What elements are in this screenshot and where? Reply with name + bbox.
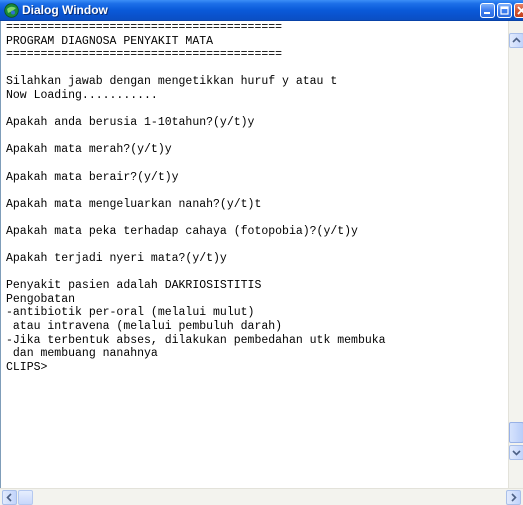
clips-app-icon [4,3,19,18]
title-bar[interactable]: Dialog Window [0,0,523,21]
console-line: Apakah mata peka terhadap cahaya (fotopo… [6,224,358,238]
console-line: atau intravena (melalui pembuluh darah) [6,320,283,334]
close-icon [517,6,523,15]
arrow-up-icon [512,37,521,43]
minimize-icon [484,12,490,14]
console-line: Apakah anda berusia 1-10tahun?(y/t)y [6,116,255,130]
horizontal-scrollbar[interactable] [0,488,523,505]
window-title: Dialog Window [22,3,108,17]
console-line: Apakah terjadi nyeri mata?(y/t)y [6,252,227,266]
console-line: dan membuang nanahnya [6,347,158,361]
vertical-scroll-thumb[interactable] [509,422,523,443]
console-line: Penyakit pasien adalah DAKRIOSISTITIS [6,279,262,293]
console-line: Silahkan jawab dengan mengetikkan huruf … [6,75,338,89]
scroll-up-button[interactable] [509,33,523,48]
arrow-right-icon [511,493,517,502]
console-line: CLIPS> [6,360,48,374]
console-text: ========================================… [1,21,508,374]
vertical-scrollbar[interactable] [508,21,523,488]
console-line: ======================================== [6,48,283,62]
minimize-button[interactable] [480,3,495,18]
console-line: Apakah mata berair?(y/t)y [6,170,179,184]
console-line: Apakah mata mengeluarkan nanah?(y/t)t [6,197,262,211]
console-output[interactable]: ========================================… [0,21,508,488]
console-line: PROGRAM DIAGNOSA PENYAKIT MATA [6,34,214,48]
horizontal-scroll-thumb[interactable] [18,490,33,505]
console-line: -Jika terbentuk abses, dilakukan pembeda… [6,333,386,347]
arrow-down-icon [512,450,521,456]
console-line: Apakah mata merah?(y/t)y [6,143,172,157]
scroll-left-button[interactable] [2,490,17,505]
console-line: ======================================== [6,21,283,34]
console-line: -antibiotik per-oral (melalui mulut) [6,306,255,320]
console-line: Pengobatan [6,292,76,306]
maximize-icon [500,6,509,15]
scroll-right-button[interactable] [506,490,521,505]
console-line: Now Loading........... [6,88,158,102]
close-button[interactable] [514,3,523,18]
arrow-left-icon [6,493,12,502]
scroll-down-button[interactable] [509,445,523,460]
maximize-button[interactable] [497,3,512,18]
